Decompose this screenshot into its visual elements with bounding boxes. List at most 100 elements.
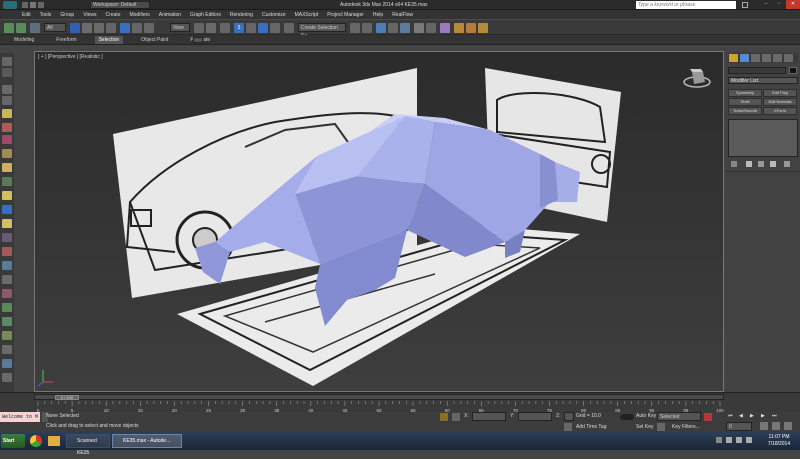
- pin-stack-icon[interactable]: [731, 161, 737, 167]
- key-mode-dropdown[interactable]: Selected: [657, 412, 701, 421]
- rendered-frame-icon[interactable]: [466, 23, 476, 33]
- orbit-icon[interactable]: [784, 422, 792, 430]
- shell-button[interactable]: Shell: [728, 98, 762, 106]
- new-file-icon[interactable]: [22, 2, 28, 8]
- manipulate-icon[interactable]: [206, 23, 216, 33]
- line-icon[interactable]: [2, 68, 12, 77]
- start-button[interactable]: Start: [1, 434, 25, 448]
- scale-icon[interactable]: [144, 23, 154, 33]
- folder-icon[interactable]: [48, 436, 60, 446]
- workspace-dropdown[interactable]: Workspace: Default: [90, 1, 150, 9]
- x-coordinate-field[interactable]: [472, 412, 506, 421]
- tool-e-icon[interactable]: [2, 289, 12, 298]
- menu-item-rendering[interactable]: Rendering: [230, 12, 253, 18]
- set-key-icon[interactable]: [704, 413, 712, 421]
- current-frame-field[interactable]: 0: [726, 422, 752, 431]
- tool-g-icon[interactable]: [2, 317, 12, 326]
- rotate-icon[interactable]: [132, 23, 142, 33]
- hierarchy-tab-icon[interactable]: [751, 54, 760, 62]
- layer-explorer-icon[interactable]: [376, 23, 386, 33]
- menu-item-animation[interactable]: Animation: [159, 12, 181, 18]
- cone-icon[interactable]: [2, 177, 12, 186]
- go-to-end-icon[interactable]: ⏭: [772, 413, 777, 419]
- open-file-icon[interactable]: [30, 2, 36, 8]
- tool-b-icon[interactable]: [2, 247, 12, 256]
- lock-selection-icon[interactable]: [440, 413, 448, 421]
- remove-modifier-icon[interactable]: [770, 161, 776, 167]
- particle-icon[interactable]: [2, 123, 12, 132]
- create-tab-icon[interactable]: [729, 54, 738, 62]
- menu-item-modifiers[interactable]: Modifiers: [129, 12, 149, 18]
- turbosmooth-button[interactable]: TurboSmooth: [728, 107, 762, 115]
- flag-icon[interactable]: [746, 437, 752, 443]
- undo-icon[interactable]: [4, 23, 14, 33]
- move-side-icon[interactable]: [2, 205, 12, 214]
- edit-normals-button[interactable]: Edit Normals: [763, 98, 797, 106]
- named-selection-dropdown[interactable]: Create Selection Se: [298, 23, 346, 39]
- display-tab-icon[interactable]: [773, 54, 782, 62]
- render-production-icon[interactable]: [478, 23, 488, 33]
- angle-snap-icon[interactable]: [246, 23, 256, 33]
- add-time-tag[interactable]: Add Time Tag: [576, 424, 606, 430]
- taskbar-item-3dsmax[interactable]: KE35.max - Autode...: [112, 434, 182, 448]
- object-color-swatch[interactable]: [789, 67, 797, 74]
- menu-item-views[interactable]: Views: [83, 12, 96, 18]
- cylinder-icon[interactable]: [2, 163, 12, 172]
- tool-h-icon[interactable]: [2, 331, 12, 340]
- play-icon[interactable]: ▶: [750, 413, 754, 419]
- previous-frame-icon[interactable]: ◀: [739, 413, 743, 419]
- sphere-icon[interactable]: [2, 149, 12, 158]
- absolute-mode-icon[interactable]: [452, 413, 460, 421]
- ribbon-minimize-icon[interactable]: [193, 37, 203, 43]
- modify-tab-icon[interactable]: [740, 54, 749, 62]
- clock-date[interactable]: 7/18/2014: [762, 441, 796, 447]
- tool-k-icon[interactable]: [2, 373, 12, 382]
- material-editor-icon[interactable]: [440, 23, 450, 33]
- perspective-viewport[interactable]: [ + ] [Perspective ] [Realistic ]: [34, 51, 724, 392]
- maxscript-listener[interactable]: Welcome to M: [0, 412, 40, 422]
- ribbon-tab-freeform[interactable]: Freeform: [52, 36, 80, 44]
- key-filter-icon[interactable]: [657, 423, 665, 431]
- show-end-result-icon[interactable]: [746, 161, 752, 167]
- snow-icon[interactable]: [2, 57, 12, 66]
- help-icon[interactable]: [742, 2, 748, 8]
- menu-item-maxscript[interactable]: MAXScript: [295, 12, 319, 18]
- go-to-start-icon[interactable]: ⏮: [728, 413, 733, 419]
- grid-icon[interactable]: [2, 85, 12, 94]
- tool-j-icon[interactable]: [2, 359, 12, 368]
- clock-time[interactable]: 11:07 PM: [762, 434, 796, 440]
- maximize-icon[interactable]: ▫: [773, 0, 785, 9]
- modifier-list-dropdown[interactable]: Modifier List: [728, 77, 798, 84]
- schematic-view-icon[interactable]: [426, 23, 436, 33]
- align-icon[interactable]: [362, 23, 372, 33]
- modifier-stack-list[interactable]: [728, 119, 798, 157]
- zoom-icon[interactable]: [760, 422, 768, 430]
- key-filters-button[interactable]: Key Filters...: [672, 424, 700, 430]
- light-icon[interactable]: [2, 109, 12, 118]
- time-slider-thumb[interactable]: 0 / 100: [55, 395, 79, 400]
- tool-a-icon[interactable]: [2, 233, 12, 242]
- tool-c-icon[interactable]: [2, 261, 12, 270]
- bulb-icon[interactable]: [2, 219, 12, 228]
- y-coordinate-field[interactable]: [518, 412, 552, 421]
- region-select-icon[interactable]: [94, 23, 104, 33]
- move-icon[interactable]: [120, 23, 130, 33]
- volume-icon[interactable]: [736, 437, 742, 443]
- make-unique-icon[interactable]: [758, 161, 764, 167]
- configure-sets-icon[interactable]: [784, 161, 790, 167]
- menu-item-tools[interactable]: Tools: [40, 12, 52, 18]
- taskbar-item-scanned[interactable]: Scanned KE35: [66, 434, 110, 456]
- chrome-icon[interactable]: [30, 435, 42, 447]
- utilities-tab-icon[interactable]: [784, 54, 793, 62]
- layer-manager-icon[interactable]: [388, 23, 398, 33]
- curve-editor-icon[interactable]: [414, 23, 424, 33]
- pivot-center-icon[interactable]: [194, 23, 204, 33]
- auto-key-button[interactable]: Auto Key: [636, 413, 656, 419]
- mesh-icon[interactable]: [2, 135, 12, 144]
- menu-item-graph-editors[interactable]: Graph Editors: [190, 12, 221, 18]
- object-name-field[interactable]: [728, 67, 786, 74]
- render-setup-icon[interactable]: [454, 23, 464, 33]
- xform-button[interactable]: XForm: [763, 107, 797, 115]
- key-icon[interactable]: [620, 414, 634, 420]
- keyboard-shortcut-icon[interactable]: [220, 23, 230, 33]
